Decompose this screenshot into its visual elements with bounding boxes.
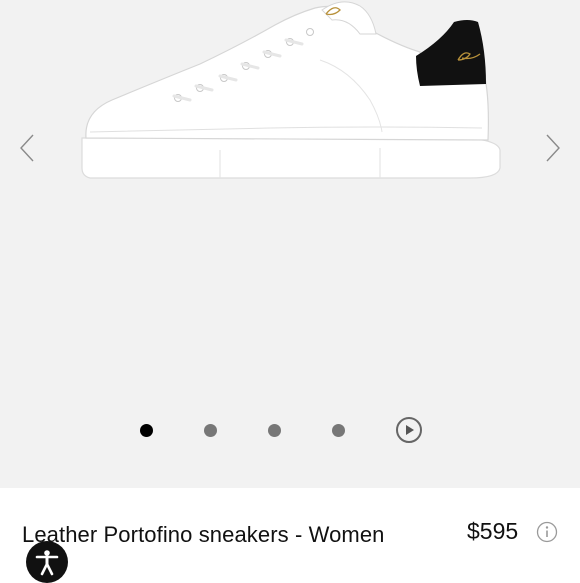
accessibility-icon [35,550,59,576]
product-price: $595 [467,518,519,544]
previous-image-button[interactable] [12,130,42,166]
next-image-button[interactable] [538,130,568,166]
play-video-icon[interactable] [395,416,423,444]
chevron-left-icon [20,134,34,162]
pagination-dot-4[interactable] [332,424,345,437]
product-image [81,1,501,179]
pagination-dot-1[interactable] [140,424,153,437]
chevron-right-icon [546,134,560,162]
pagination-dot-3[interactable] [268,424,281,437]
product-title: Leather Portofino sneakers - Women [22,522,385,547]
accessibility-button[interactable] [26,541,68,583]
product-info: Leather Portofino sneakers - Women $595 [0,488,580,580]
info-icon[interactable] [536,521,558,543]
product-image-gallery[interactable] [0,0,580,488]
pagination-dot-2[interactable] [204,424,217,437]
gallery-pagination [0,416,580,446]
